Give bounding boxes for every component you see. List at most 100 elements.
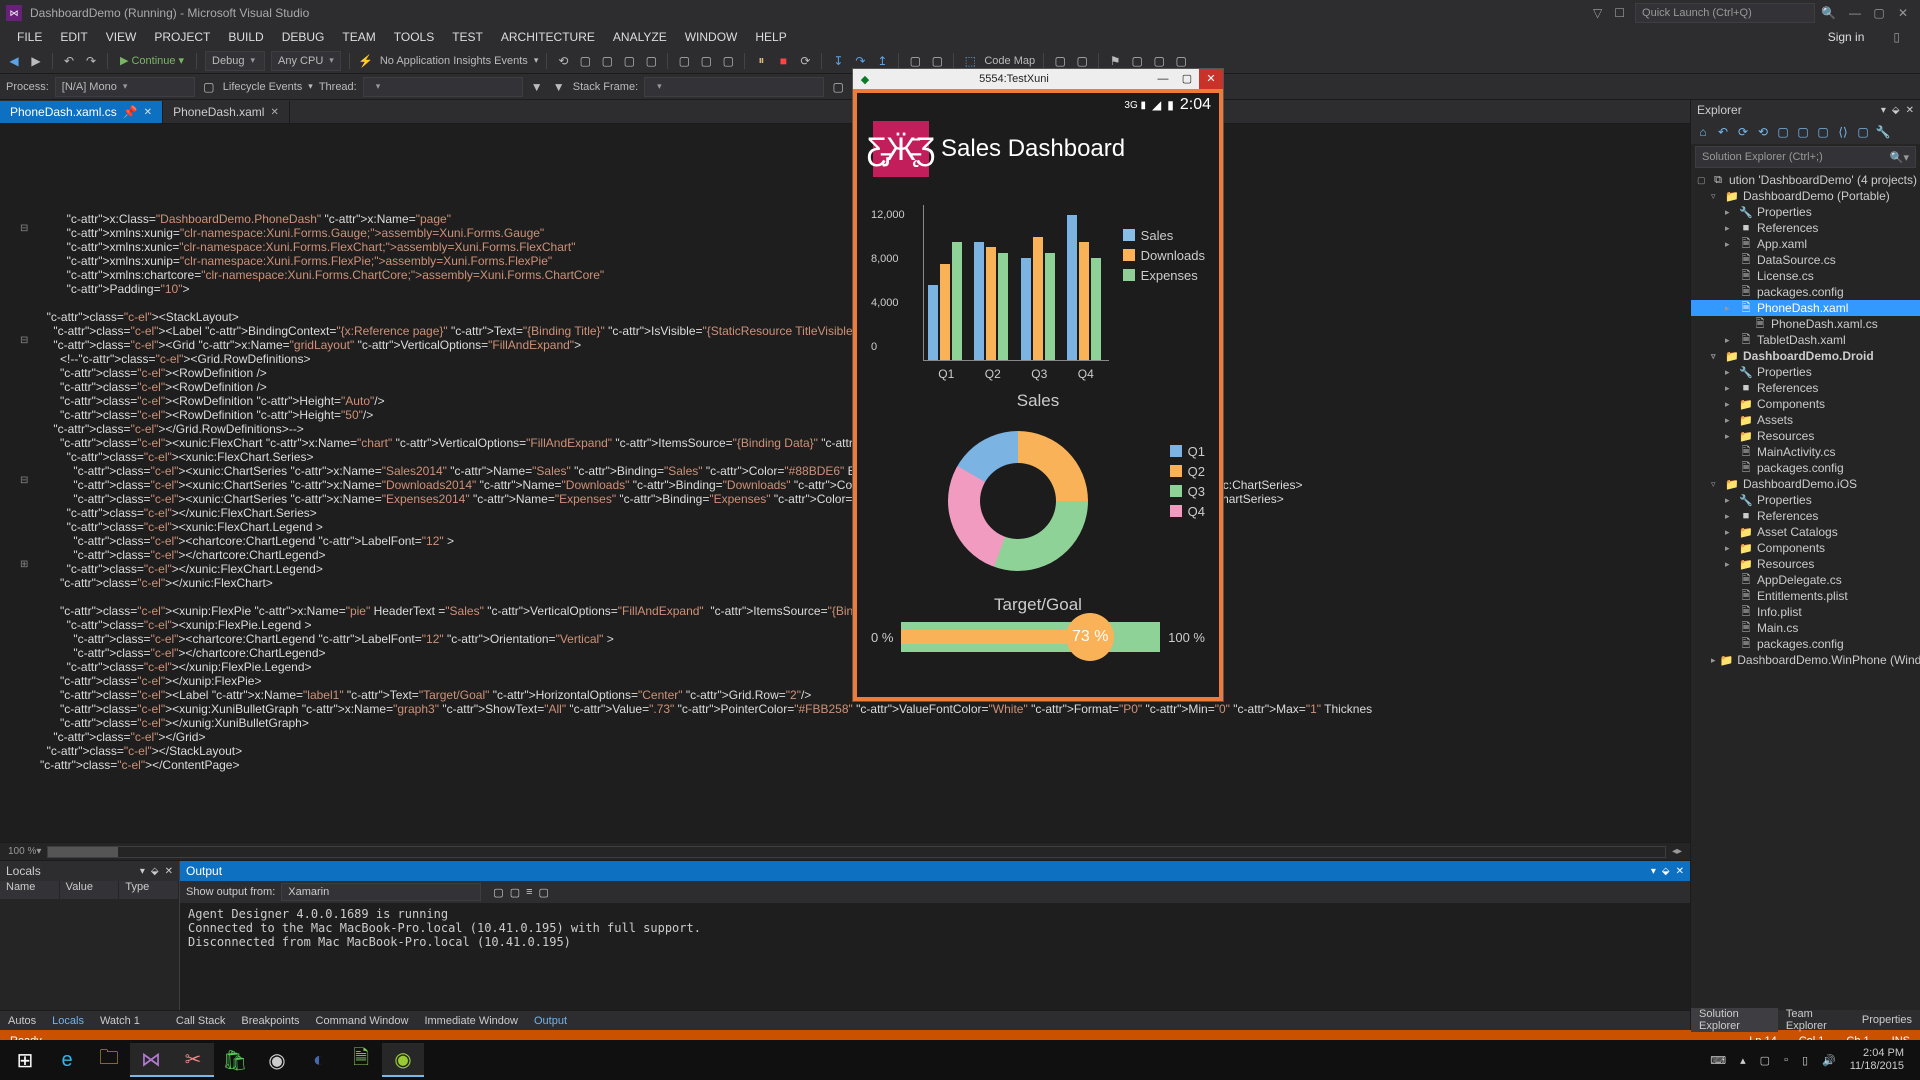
tb-icon[interactable]: ▢ — [720, 53, 736, 69]
feedback-icon[interactable]: ☐ — [1614, 6, 1625, 20]
menu-debug[interactable]: DEBUG — [273, 30, 334, 44]
action-center-icon[interactable]: ▢ — [1760, 1054, 1770, 1067]
sx-tree-item[interactable]: ▢⧉ution 'DashboardDemo' (4 projects) — [1691, 172, 1920, 188]
sx-tree-item[interactable]: ▿📁DashboardDemo (Portable) — [1691, 188, 1920, 204]
tab-immediate[interactable]: Immediate Window — [416, 1015, 526, 1027]
sx-tree-item[interactable]: ▸🗎App.xaml — [1691, 236, 1920, 252]
vs-icon[interactable]: ⋈ — [130, 1043, 172, 1077]
clear-icon[interactable]: ▢ — [493, 886, 503, 899]
minimize-button[interactable]: — — [1844, 6, 1866, 20]
tab-properties[interactable]: Properties — [1854, 1014, 1920, 1026]
code-editor[interactable]: ⊟ ⊟ ⊟ ⊞ "c-attr">x:Class="DashboardDemo.… — [0, 124, 1690, 842]
ie-icon[interactable]: e — [46, 1043, 88, 1077]
sx-tree-item[interactable]: 🗎packages.config — [1691, 284, 1920, 300]
expand-icon[interactable]: ▸ — [1725, 223, 1735, 234]
flag-icon[interactable]: ⚑ — [1107, 53, 1123, 69]
sx-tree-item[interactable]: ▸■References — [1691, 508, 1920, 524]
expand-icon[interactable]: ▸ — [1725, 239, 1735, 250]
toggle-icon[interactable]: ▢ — [510, 886, 520, 899]
tb-icon[interactable]: ▢ — [1129, 53, 1145, 69]
continue-button[interactable]: ▶ Continue ▾ — [116, 54, 188, 67]
expand-icon[interactable]: ▿ — [1711, 479, 1721, 490]
tb-icon[interactable]: ▢ — [1173, 53, 1189, 69]
output-header[interactable]: Output ▾⬙✕ — [180, 861, 1690, 881]
sx-tree-item[interactable]: ▸📁Asset Catalogs — [1691, 524, 1920, 540]
emulator-window[interactable]: ◆ 5554:TestXuni — ▢ ✕ 3G ▮ ◢ ▮ 2:04 Ƹ̵̡Ӝ… — [852, 68, 1224, 702]
config-combo[interactable]: Debug — [205, 51, 265, 71]
pause-icon[interactable]: ⏸ — [753, 53, 769, 69]
sx-tree-item[interactable]: 🗎License.cs — [1691, 268, 1920, 284]
sx-tree-item[interactable]: ▿📁DashboardDemo.iOS — [1691, 476, 1920, 492]
menu-test[interactable]: TEST — [443, 30, 492, 44]
tb-icon[interactable]: ▢ — [929, 53, 945, 69]
sx-header[interactable]: Explorer ▾⬙✕ — [1691, 100, 1920, 120]
tb-icon[interactable]: ▢ — [830, 79, 846, 95]
maximize-button[interactable]: ▢ — [1868, 6, 1890, 20]
expand-icon[interactable]: ▿ — [1711, 191, 1721, 202]
expand-icon[interactable]: ▸ — [1725, 495, 1735, 506]
volume-icon[interactable]: 🔊 — [1822, 1054, 1836, 1067]
start-button[interactable]: ⊞ — [4, 1043, 46, 1077]
step-into-icon[interactable]: ↧ — [830, 53, 846, 69]
undo-icon[interactable]: ↶ — [61, 53, 77, 69]
expand-icon[interactable]: ▸ — [1725, 559, 1735, 570]
sx-tree-item[interactable]: ▸📁Components — [1691, 540, 1920, 556]
expand-icon[interactable]: ▸ — [1725, 511, 1735, 522]
menu-window[interactable]: WINDOW — [676, 30, 747, 44]
refresh-icon[interactable]: ⟲ — [1755, 125, 1771, 139]
sx-tree-item[interactable]: 🗎Info.plist — [1691, 604, 1920, 620]
android-icon[interactable]: ◉ — [382, 1043, 424, 1077]
expand-icon[interactable]: ▸ — [1725, 335, 1735, 346]
expand-icon[interactable]: ▸ — [1725, 367, 1735, 378]
dropdown-icon[interactable]: ▾ — [1651, 866, 1656, 877]
codemap-button[interactable]: Code Map — [984, 55, 1035, 67]
home-icon[interactable]: ⌂ — [1695, 125, 1711, 139]
sx-tree-item[interactable]: 🗎DataSource.cs — [1691, 252, 1920, 268]
sx-tree-item[interactable]: ▸🔧Properties — [1691, 204, 1920, 220]
sx-tree-item[interactable]: ▸🔧Properties — [1691, 364, 1920, 380]
chrome-icon[interactable]: ◉ — [256, 1043, 298, 1077]
codemap-icon[interactable]: ⬚ — [962, 53, 978, 69]
menu-help[interactable]: HELP — [746, 30, 795, 44]
search-icon[interactable]: 🔍 — [1821, 6, 1836, 20]
menu-tools[interactable]: TOOLS — [385, 30, 443, 44]
menu-view[interactable]: VIEW — [97, 30, 146, 44]
menu-architecture[interactable]: ARCHITECTURE — [492, 30, 604, 44]
eclipse-icon[interactable]: ◐ — [298, 1043, 340, 1077]
close-icon[interactable]: ✕ — [165, 866, 173, 877]
sx-tree-item[interactable]: ▿📁DashboardDemo.Droid — [1691, 348, 1920, 364]
quick-launch-input[interactable]: Quick Launch (Ctrl+Q) — [1635, 3, 1815, 23]
close-icon[interactable]: ✕ — [1906, 105, 1914, 116]
sign-in-link[interactable]: Sign in — [1819, 30, 1885, 44]
close-button[interactable]: ✕ — [1892, 6, 1914, 20]
sx-search-input[interactable]: Solution Explorer (Ctrl+;) 🔍▾ — [1695, 146, 1916, 168]
preview-icon[interactable]: ⟨⟩ — [1835, 125, 1851, 139]
expand-icon[interactable]: ▸ — [1725, 383, 1735, 394]
tb-icon[interactable]: ▢ — [676, 53, 692, 69]
sx-tree-item[interactable]: 🗎MainActivity.cs — [1691, 444, 1920, 460]
step-icon[interactable]: ⟲ — [555, 53, 571, 69]
tb-icon[interactable]: ▢ — [621, 53, 637, 69]
lifecycle-icon[interactable]: ▢ — [201, 79, 217, 95]
emulator-titlebar[interactable]: ◆ 5554:TestXuni — ▢ ✕ — [853, 69, 1223, 89]
expand-icon[interactable]: ▸ — [1725, 543, 1735, 554]
sx-tree-item[interactable]: ▸🗎TabletDash.xaml — [1691, 332, 1920, 348]
menu-file[interactable]: FILE — [8, 30, 51, 44]
close-icon[interactable]: ✕ — [1676, 866, 1684, 877]
menu-edit[interactable]: EDIT — [51, 30, 96, 44]
sx-tree-item[interactable]: ▸■References — [1691, 380, 1920, 396]
snip-icon[interactable]: ✂ — [172, 1043, 214, 1077]
sx-tree[interactable]: ▢⧉ution 'DashboardDemo' (4 projects)▿📁Da… — [1691, 170, 1920, 1010]
notepad-icon[interactable]: 🗎 — [340, 1043, 382, 1077]
tb-icon[interactable]: ▢ — [698, 53, 714, 69]
explorer-icon[interactable]: 🗀 — [88, 1043, 130, 1077]
scroll-right-icon[interactable]: ▸ — [1677, 846, 1682, 857]
props-icon[interactable]: ▢ — [1815, 125, 1831, 139]
platform-combo[interactable]: Any CPU — [271, 51, 341, 71]
sx-tree-item[interactable]: ▸🗎PhoneDash.xaml — [1691, 300, 1920, 316]
tb-icon[interactable]: ▢ — [1052, 53, 1068, 69]
emulator-screen[interactable]: 3G ▮ ◢ ▮ 2:04 Ƹ̵̡Ӝ̵̨̄Ʒ Sales Dashboard 1… — [857, 93, 1219, 697]
sx-tree-item[interactable]: 🗎Main.cs — [1691, 620, 1920, 636]
menu-project[interactable]: PROJECT — [145, 30, 219, 44]
expand-icon[interactable]: ▸ — [1725, 207, 1735, 218]
